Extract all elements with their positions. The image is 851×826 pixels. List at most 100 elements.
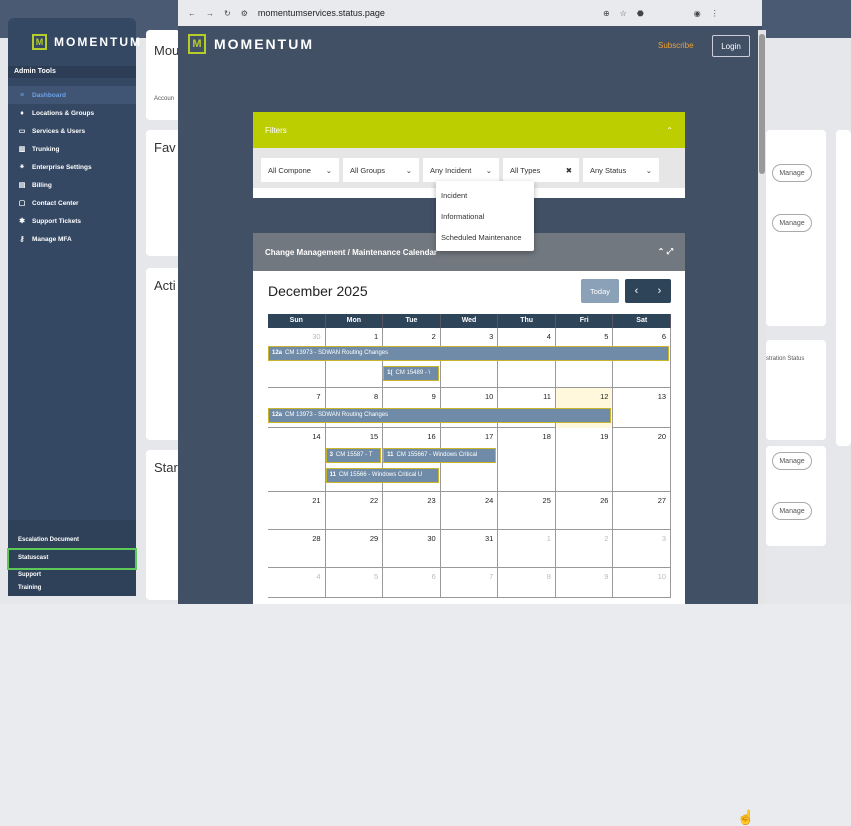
enterprise-icon: ⚹ xyxy=(19,163,25,170)
groups-select[interactable]: All Groups ⌄ xyxy=(343,158,419,182)
day-cell[interactable]: 29 xyxy=(326,530,384,568)
filters-title: Filters xyxy=(265,125,287,135)
calendar-event[interactable]: 1(CM 15489 - \ xyxy=(383,366,439,381)
calendar-grid: Sun Mon Tue Wed Thu Fri Sat 30 1 2 3 4 5 6 12a CM 1397… xyxy=(268,314,672,598)
weekday-header: Sun Mon Tue Wed Thu Fri Sat xyxy=(268,314,672,328)
day-cell[interactable]: 19 xyxy=(556,428,614,492)
day-cell[interactable]: 31 xyxy=(441,530,499,568)
day-cell[interactable]: 6 xyxy=(383,568,441,598)
select-value: Any Status xyxy=(590,165,627,175)
statuspage-logo[interactable]: M MOMENTUM xyxy=(188,34,314,54)
day-cell[interactable]: 1 xyxy=(498,530,556,568)
day-cell[interactable]: 9 xyxy=(556,568,614,598)
sidebar-link-training[interactable]: Training xyxy=(8,582,136,595)
sidebar-item-trunking[interactable]: ▥ Trunking xyxy=(8,140,136,158)
day-cell[interactable]: 13 xyxy=(613,388,672,428)
types-select[interactable]: All Types ✖ xyxy=(503,158,579,182)
day-cell[interactable]: 28 xyxy=(268,530,326,568)
back-icon[interactable]: ← xyxy=(188,9,196,18)
components-select[interactable]: All Compone ⌄ xyxy=(261,158,339,182)
manage-button[interactable]: Manage xyxy=(772,214,812,232)
calendar-event[interactable]: 12a CM 13973 - SDWAN Routing Changes xyxy=(268,346,669,361)
forward-icon[interactable]: → xyxy=(206,9,214,18)
calendar-weeks: 30 1 2 3 4 5 6 12a CM 13973 - SDWAN Routing Chan… xyxy=(268,328,672,598)
day-cell[interactable]: 8 xyxy=(498,568,556,598)
manage-button[interactable]: Manage xyxy=(772,452,812,470)
select-value: All Compone xyxy=(268,165,311,175)
card-title: Mou xyxy=(154,43,180,58)
menu-icon[interactable]: ⋮ xyxy=(711,9,719,18)
clear-icon[interactable]: ✖ xyxy=(566,166,572,175)
weekday-label: Fri xyxy=(556,314,614,328)
calendar-event[interactable]: 12a CM 13973 - SDWAN Routing Changes xyxy=(268,408,612,423)
day-cell[interactable]: 27 xyxy=(613,492,672,530)
calendar-week: 14 15 16 17 18 19 20 3 CM 15587 - T 11 CM 155667 -… xyxy=(268,428,672,492)
extension-icon[interactable]: ⬣ xyxy=(637,9,644,18)
day-cell[interactable]: 25 xyxy=(498,492,556,530)
incident-select[interactable]: Any Incident ⌄ xyxy=(423,158,499,182)
reload-icon[interactable]: ↻ xyxy=(224,9,231,18)
login-button[interactable]: Login xyxy=(712,35,750,57)
collapse-expand-icon[interactable]: ⌃ ⤢ xyxy=(658,247,673,257)
week-days: 28 29 30 31 1 2 3 xyxy=(268,530,672,568)
subscribe-link[interactable]: Subscribe xyxy=(658,41,694,50)
day-cell[interactable]: 5 xyxy=(326,568,384,598)
url-bar[interactable]: momentumservices.status.page xyxy=(258,8,385,18)
day-cell[interactable]: 30 xyxy=(383,530,441,568)
day-cell[interactable]: 10 xyxy=(613,568,672,598)
manage-button[interactable]: Manage xyxy=(772,164,812,182)
sidebar-item-manage-mfa[interactable]: ⚷ Manage MFA xyxy=(8,230,136,248)
sidebar-item-label: Dashboard xyxy=(32,91,66,99)
filters-header[interactable]: Filters ⌃ xyxy=(253,112,685,148)
type-option-informational[interactable]: Informational xyxy=(436,206,534,227)
status-select[interactable]: Any Status ⌄ xyxy=(583,158,659,182)
day-cell[interactable]: 2 xyxy=(556,530,614,568)
sidebar-item-locations-groups[interactable]: ♦ Locations & Groups xyxy=(8,104,136,122)
type-option-incident[interactable]: Incident xyxy=(436,185,534,206)
day-cell[interactable]: 4 xyxy=(268,568,326,598)
card-title: Fav xyxy=(154,140,176,155)
sidebar-logo[interactable]: M MOMENTUM xyxy=(32,34,142,50)
profile-icon[interactable]: ◉ xyxy=(694,9,701,18)
calendar-event[interactable]: 11 CM 155667 - Windows Critical xyxy=(383,448,497,463)
chevron-up-icon[interactable]: ⌃ xyxy=(666,126,673,135)
chevron-right-icon[interactable]: › xyxy=(658,285,662,297)
today-button[interactable]: Today xyxy=(581,279,619,303)
day-cell[interactable]: 21 xyxy=(268,492,326,530)
day-cell[interactable]: 7 xyxy=(441,568,499,598)
calendar-week: 28 29 30 31 1 2 3 xyxy=(268,530,672,568)
day-cell[interactable]: 18 xyxy=(498,428,556,492)
sidebar-item-dashboard[interactable]: ≡ Dashboard xyxy=(8,86,136,104)
day-cell[interactable]: 24 xyxy=(441,492,499,530)
services-icon: ▭ xyxy=(18,128,26,135)
sidebar-item-billing[interactable]: ▤ Billing xyxy=(8,176,136,194)
site-settings-icon[interactable]: ⚙ xyxy=(241,9,248,18)
day-cell[interactable]: 26 xyxy=(556,492,614,530)
day-cell[interactable]: 3 xyxy=(613,530,672,568)
weekday-label: Thu xyxy=(498,314,556,328)
zoom-icon[interactable]: ⊕ xyxy=(603,9,610,18)
day-cell[interactable]: 14 xyxy=(268,428,326,492)
bookmark-star-icon[interactable]: ☆ xyxy=(620,9,627,18)
week-days: 4 5 6 7 8 9 10 xyxy=(268,568,672,598)
sidebar-item-enterprise-settings[interactable]: ⚹ Enterprise Settings xyxy=(8,158,136,176)
calendar-event[interactable]: 11 CM 15566 - Windows Critical U xyxy=(325,468,439,483)
day-cell[interactable]: 23 xyxy=(383,492,441,530)
sidebar-link-support[interactable]: Support xyxy=(8,569,136,582)
calendar-event[interactable]: 3 CM 15587 - T xyxy=(325,448,382,463)
sidebar-item-support-tickets[interactable]: ✱ Support Tickets xyxy=(8,212,136,230)
sidebar-item-contact-center[interactable]: ▢ Contact Center xyxy=(8,194,136,212)
day-cell[interactable]: 20 xyxy=(613,428,672,492)
chevron-down-icon: ⌄ xyxy=(405,165,412,175)
sidebar-item-label: Billing xyxy=(32,181,52,189)
manage-button[interactable]: Manage xyxy=(772,502,812,520)
sidebar-item-services-users[interactable]: ▭ Services & Users xyxy=(8,122,136,140)
sidebar-link-statuscast[interactable]: Statuscast xyxy=(7,548,137,570)
status-card: Star xyxy=(146,450,180,600)
day-cell[interactable]: 22 xyxy=(326,492,384,530)
type-option-scheduled-maintenance[interactable]: Scheduled Maintenance xyxy=(436,227,534,248)
scrollbar[interactable] xyxy=(758,30,766,604)
scrollbar-thumb[interactable] xyxy=(759,34,765,174)
chevron-left-icon[interactable]: ‹ xyxy=(635,285,639,297)
sidebar-link-escalation-document[interactable]: Escalation Document xyxy=(8,534,136,547)
